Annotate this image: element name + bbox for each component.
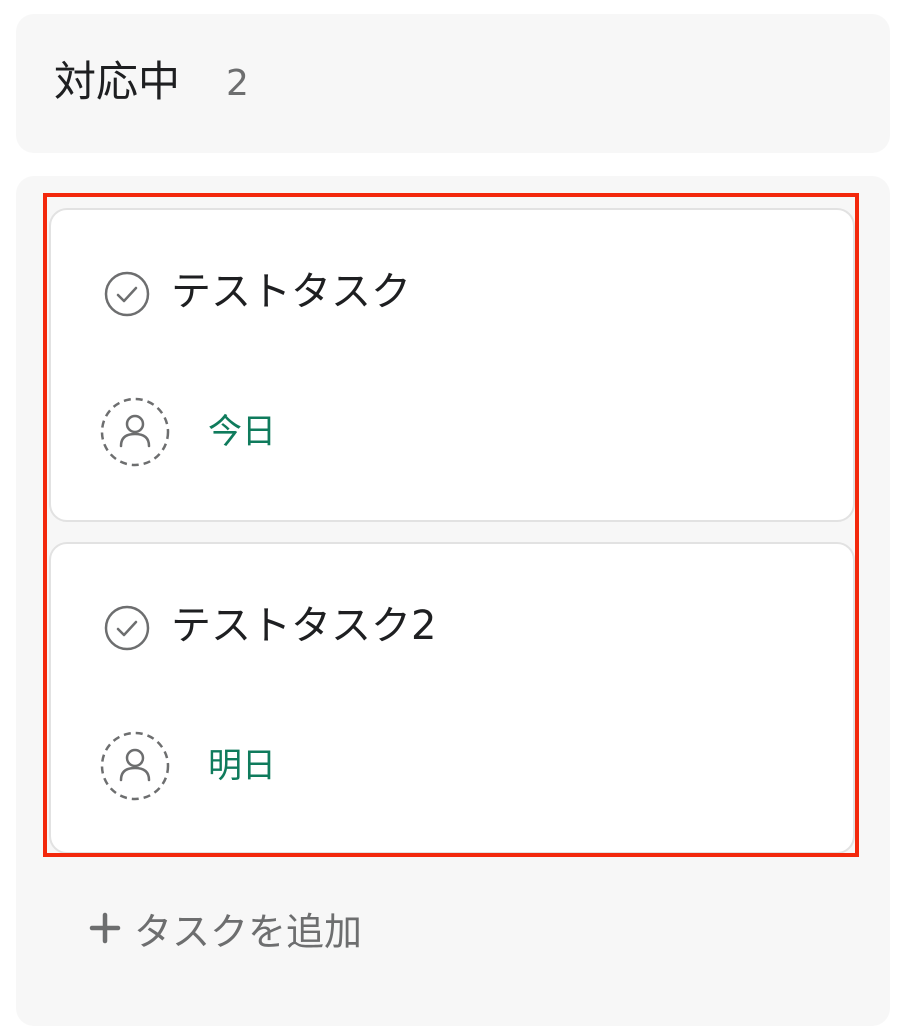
- due-date[interactable]: 今日: [208, 410, 276, 454]
- unassigned-user-icon[interactable]: [99, 396, 171, 468]
- task-card[interactable]: テストタスク 今日: [49, 208, 855, 522]
- add-task-button[interactable]: タスクを追加: [88, 900, 362, 956]
- column-header: 対応中 2: [16, 14, 890, 153]
- task-card[interactable]: テストタスク2 明日: [49, 542, 855, 854]
- column-task-count: 2: [226, 63, 249, 104]
- check-circle-icon[interactable]: [103, 270, 151, 318]
- task-title: テストタスク: [171, 269, 411, 315]
- check-circle-icon[interactable]: [103, 604, 151, 652]
- unassigned-user-icon[interactable]: [99, 730, 171, 802]
- due-date[interactable]: 明日: [208, 744, 276, 788]
- column-title: 対応中: [54, 57, 181, 106]
- plus-icon: [89, 912, 121, 944]
- add-task-label: タスクを追加: [134, 909, 363, 954]
- task-title: テストタスク2: [171, 603, 437, 649]
